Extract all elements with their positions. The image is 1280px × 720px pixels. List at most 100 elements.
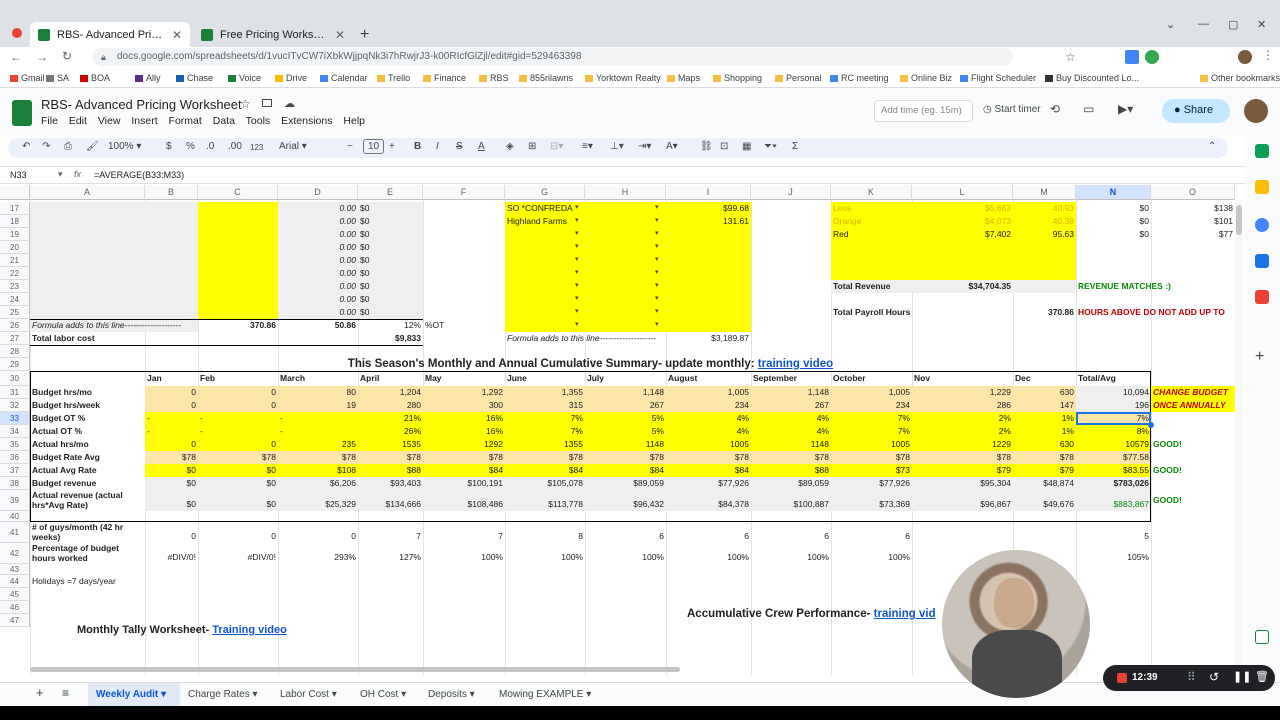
summary-value[interactable] [1013, 522, 1076, 543]
summary-value[interactable]: $96,432 [585, 490, 666, 511]
row-header[interactable]: 30 [0, 371, 30, 386]
value-cell[interactable]: $0 [1076, 228, 1151, 241]
value-cell[interactable]: $0 [358, 254, 423, 267]
summary-value[interactable]: 100% [751, 543, 831, 564]
summary-value[interactable] [912, 522, 1013, 543]
summary-value[interactable]: 4% [666, 412, 751, 425]
summary-value[interactable]: 16% [423, 412, 505, 425]
percent-format-button[interactable]: % [186, 141, 195, 152]
summary-value[interactable]: 2% [912, 412, 1013, 425]
summary-value[interactable]: $84 [585, 464, 666, 477]
dropdown-chevron-icon[interactable]: ▾ [655, 255, 659, 263]
crew-name[interactable]: Orange [831, 215, 912, 228]
tab-close-icon[interactable]: ✕ [172, 28, 182, 42]
sheet-tab-labor-cost[interactable]: Labor Cost ▾ [280, 689, 337, 700]
summary-value[interactable]: 0 [145, 522, 198, 543]
summary-value[interactable]: $783,026 [1076, 477, 1151, 490]
document-title[interactable]: RBS- Advanced Pricing Worksheet [41, 97, 242, 112]
value-cell[interactable]: $138 [1151, 202, 1235, 215]
summary-value[interactable]: 5% [585, 412, 666, 425]
row-header[interactable]: 25 [0, 306, 30, 319]
browser-tab[interactable]: Free Pricing Worksheet- www.Re ✕ [193, 22, 353, 47]
summary-value[interactable]: 26% [358, 425, 423, 438]
bookmark-item[interactable]: Online Biz [900, 73, 952, 83]
summary-value[interactable]: 100% [585, 543, 666, 564]
summary-value[interactable]: $78 [666, 451, 751, 464]
history-icon[interactable]: ⟲ [1050, 102, 1060, 116]
summary-value[interactable]: 6 [751, 522, 831, 543]
summary-value[interactable]: - [198, 412, 278, 425]
dropdown-chevron-icon[interactable]: ▾ [655, 307, 659, 315]
summary-value[interactable]: 80 [278, 386, 358, 399]
month-header[interactable]: June [505, 371, 585, 386]
summary-value[interactable]: $78 [831, 451, 912, 464]
sheet-tab-deposits[interactable]: Deposits ▾ [428, 689, 475, 700]
insert-chart-icon[interactable]: ▦ [742, 141, 751, 152]
status-note[interactable]: GOOD! [1151, 490, 1235, 511]
menu-extensions[interactable]: Extensions [281, 115, 332, 127]
summary-value[interactable]: 315 [505, 399, 585, 412]
increase-decimal-button[interactable]: .00 [228, 141, 242, 152]
column-header[interactable]: A [30, 185, 145, 200]
summary-row-label[interactable]: Budget OT % [30, 412, 145, 425]
menu-tools[interactable]: Tools [246, 115, 271, 127]
summary-value[interactable]: 1,292 [423, 386, 505, 399]
summary-value[interactable]: 105% [1076, 543, 1151, 564]
summary-value[interactable]: 0 [145, 386, 198, 399]
summary-value[interactable]: $96,867 [912, 490, 1013, 511]
summary-value[interactable]: $78 [1013, 451, 1076, 464]
dropdown-chevron-icon[interactable]: ▾ [655, 229, 659, 237]
paint-format-icon[interactable]: 🖌︎ [86, 141, 99, 152]
menu-file[interactable]: File [41, 115, 58, 127]
month-header[interactable]: July [585, 371, 666, 386]
currency-format-button[interactable]: $ [166, 141, 172, 152]
text-color-icon[interactable]: A [478, 141, 485, 152]
summary-value[interactable]: 0 [145, 438, 198, 451]
sheets-logo-icon[interactable] [12, 100, 32, 126]
summary-value[interactable]: $78 [423, 451, 505, 464]
value-cell[interactable]: 0.00 [278, 306, 358, 319]
value-cell[interactable]: $7,402 [912, 228, 1013, 241]
add-on-plus-icon[interactable]: + [1255, 348, 1264, 366]
summary-value[interactable]: $83.55 [1076, 464, 1151, 477]
value-cell[interactable]: $0 [358, 293, 423, 306]
status-note[interactable]: GOOD! [1151, 438, 1235, 451]
row-header[interactable]: 34 [0, 425, 30, 438]
summary-value[interactable]: 1,148 [751, 386, 831, 399]
summary-value[interactable]: $0 [145, 490, 198, 511]
row-header[interactable]: 33 [0, 412, 30, 425]
menu-help[interactable]: Help [343, 115, 365, 127]
reload-icon[interactable]: ↻ [62, 49, 72, 63]
extension-icon[interactable] [1125, 50, 1139, 64]
horizontal-scrollbar[interactable] [30, 667, 680, 672]
row-header[interactable]: 43 [0, 564, 30, 575]
summary-value[interactable]: $78 [505, 451, 585, 464]
summary-value[interactable]: 630 [1013, 438, 1076, 451]
summary-row-label[interactable]: Percentage of budget hours worked [30, 543, 145, 564]
fill-handle[interactable] [1148, 422, 1154, 428]
summary-value[interactable]: 1005 [831, 438, 912, 451]
decrease-font-size-button[interactable]: − [347, 141, 353, 152]
value-cell[interactable]: $0 [358, 202, 423, 215]
value-cell[interactable]: 0.00 [278, 228, 358, 241]
summary-value[interactable]: $78 [358, 451, 423, 464]
summary-value[interactable]: 1,355 [505, 386, 585, 399]
summary-value[interactable]: 235 [278, 438, 358, 451]
bookmark-item[interactable]: Gmail [10, 73, 45, 83]
dropdown-chevron-icon[interactable]: ▾ [575, 307, 579, 315]
strikethrough-icon[interactable]: S [456, 141, 463, 152]
align-icon[interactable]: ≡▾ [582, 141, 593, 152]
summary-value[interactable]: $73 [831, 464, 912, 477]
row-header[interactable]: 17 [0, 202, 30, 215]
value-cell[interactable]: $0 [358, 280, 423, 293]
dropdown-chevron-icon[interactable]: ▾ [655, 281, 659, 289]
summary-value[interactable]: $100,191 [423, 477, 505, 490]
summary-value[interactable]: 7% [505, 425, 585, 438]
summary-value[interactable]: 7 [423, 522, 505, 543]
column-header[interactable]: N [1076, 185, 1151, 200]
summary-value[interactable]: 1148 [751, 438, 831, 451]
name-box-dropdown-icon[interactable]: ▾ [58, 169, 63, 180]
summary-value[interactable]: $84,378 [666, 490, 751, 511]
browser-tab-active[interactable]: RBS- Advanced Pricing Work ✕ [30, 22, 190, 47]
column-header[interactable]: I [666, 185, 751, 200]
